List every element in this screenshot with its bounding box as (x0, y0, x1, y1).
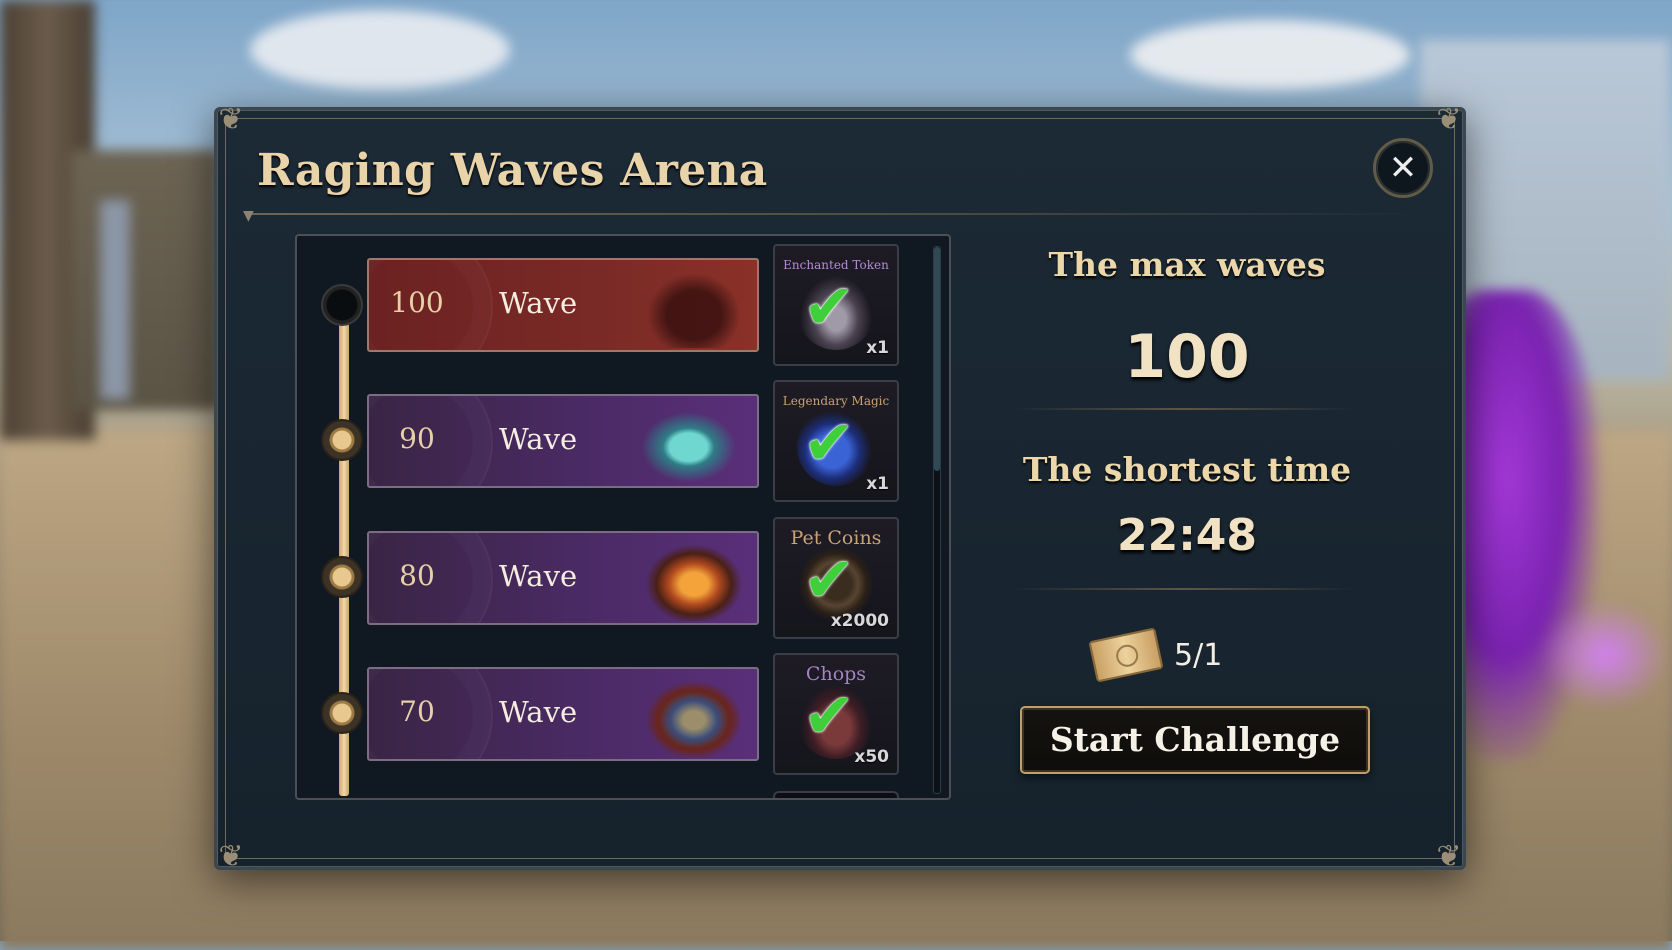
wave-list[interactable]: 100 Wave Enchanted Token ✔ x1 90 Wave Le… (295, 234, 951, 800)
ticket-icon (1088, 627, 1164, 683)
close-icon: ✕ (1388, 148, 1418, 188)
background-cloud (250, 10, 510, 90)
ticket-count: 5/1 (1174, 637, 1223, 673)
ticket-counter: 5/1 (1088, 627, 1223, 683)
timeline-node (321, 556, 363, 598)
claimed-check-icon: ✔ (803, 543, 855, 616)
stats-divider (1013, 408, 1353, 410)
boss-portrait-icon (639, 675, 749, 757)
shortest-time-label: The shortest time (1022, 450, 1352, 489)
reward-card-partial (773, 791, 899, 798)
reward-card[interactable]: Enchanted Token ✔ x1 (773, 244, 899, 366)
wave-number: 80 (399, 559, 435, 592)
max-waves-value: 100 (1124, 322, 1250, 392)
background-arch (70, 150, 220, 410)
wave-row-100[interactable]: 100 Wave (367, 258, 759, 352)
timeline-node (321, 419, 363, 461)
background-creature-glow (1540, 600, 1670, 710)
arena-dialog: ❦ ❦ ❦ ❦ Raging Waves Arena ▼ ✕ 100 Wave … (214, 102, 1466, 874)
start-challenge-button[interactable]: Start Challenge (1020, 706, 1370, 774)
reward-quantity: x2000 (830, 611, 889, 631)
timeline-node-current (321, 284, 363, 326)
wave-label: Wave (499, 422, 578, 456)
corner-ornament-icon: ❦ (218, 839, 244, 874)
max-waves-label: The max waves (1048, 245, 1326, 284)
dialog-title: Raging Waves Arena (257, 145, 768, 196)
shortest-time-value: 22:48 (1116, 510, 1258, 561)
title-notch-icon: ▼ (243, 208, 254, 224)
reward-quantity: x1 (866, 474, 889, 494)
corner-ornament-icon: ❦ (1436, 102, 1462, 137)
boss-silhouette-icon (639, 266, 749, 348)
reward-quantity: x50 (854, 747, 889, 767)
title-divider (247, 213, 1427, 215)
wave-row-70[interactable]: 70 Wave (367, 667, 759, 761)
wave-label: Wave (499, 559, 578, 593)
wave-number: 100 (390, 286, 444, 319)
background-cloud (1130, 20, 1410, 90)
claimed-check-icon: ✔ (803, 270, 855, 343)
wave-label: Wave (499, 695, 578, 729)
claimed-check-icon: ✔ (803, 406, 855, 479)
wave-row-80[interactable]: 80 Wave (367, 531, 759, 625)
scrollbar-thumb[interactable] (934, 247, 940, 471)
wave-number: 90 (399, 422, 435, 455)
boss-portrait-icon (639, 402, 749, 484)
reward-card[interactable]: Legendary Magic ✔ x1 (773, 380, 899, 502)
timeline-node (321, 692, 363, 734)
wave-number: 70 (399, 695, 435, 728)
boss-portrait-icon (639, 539, 749, 621)
background-pillar (100, 200, 130, 400)
stats-divider (1013, 588, 1353, 590)
reward-quantity: x1 (866, 338, 889, 358)
wave-label: Wave (499, 286, 578, 320)
corner-ornament-icon: ❦ (1436, 839, 1462, 874)
reward-card[interactable]: Chops ✔ x50 (773, 653, 899, 775)
wave-row-90[interactable]: 90 Wave (367, 394, 759, 488)
claimed-check-icon: ✔ (803, 679, 855, 752)
close-button[interactable]: ✕ (1373, 138, 1433, 198)
reward-card[interactable]: Pet Coins ✔ x2000 (773, 517, 899, 639)
wave-list-scrollbar[interactable] (933, 246, 941, 794)
corner-ornament-icon: ❦ (218, 102, 244, 137)
